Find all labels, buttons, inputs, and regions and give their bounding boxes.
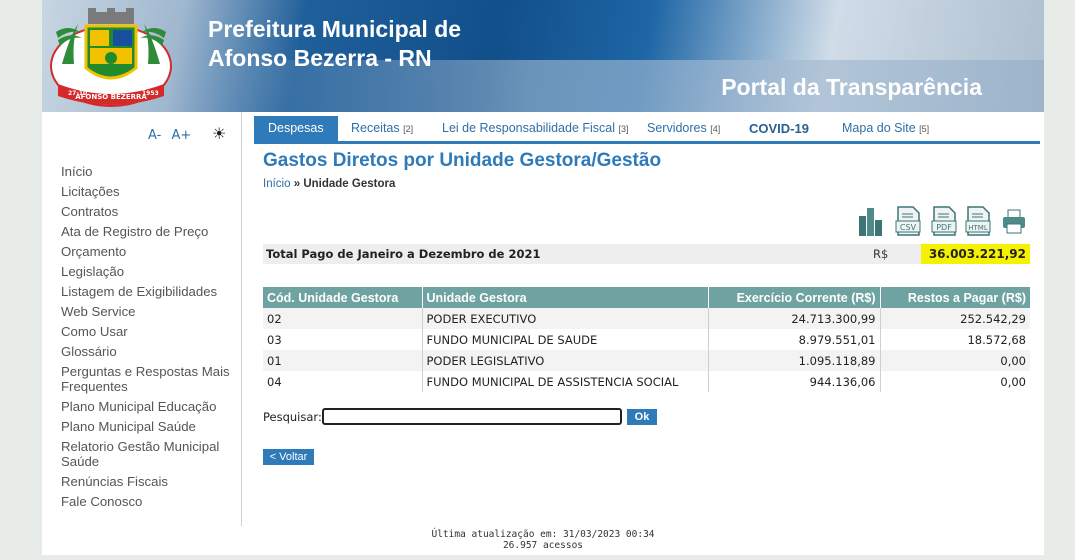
sidebar-item-fale-conosco[interactable]: Fale Conosco <box>61 494 231 509</box>
sidebar-item-contratos[interactable]: Contratos <box>61 204 231 219</box>
municipal-crest-logo[interactable]: AFONSO BEZERRA 27-10 1953 <box>48 6 174 108</box>
breadcrumb: Início » Unidade Gestora <box>263 178 395 190</box>
sidebar-item-legislacao[interactable]: Legislação <box>61 264 231 279</box>
cell-unidade-link[interactable]: PODER EXECUTIVO <box>422 308 709 329</box>
table-row[interactable]: 04 FUNDO MUNICIPAL DE ASSISTENCIA SOCIAL… <box>263 371 1030 392</box>
tab-label: Servidores <box>647 121 707 135</box>
bar-chart-icon[interactable] <box>857 206 883 236</box>
cell-restos: 18.572,68 <box>880 329 1030 350</box>
column-header-exercicio[interactable]: Exercício Corrente (R$) <box>708 287 881 308</box>
cell-codigo: 01 <box>263 350 423 371</box>
tab-receitas[interactable]: Receitas [2] <box>351 116 413 141</box>
logo-year-left: 27-10 <box>68 90 87 97</box>
portal-title: Portal da Transparência <box>721 74 982 100</box>
font-size-controls: A- A+ <box>148 128 197 143</box>
tab-label: Lei de Responsabilidade Fiscal <box>442 121 616 135</box>
cell-unidade-link[interactable]: FUNDO MUNICIPAL DE SAUDE <box>422 329 709 350</box>
sidebar-item-plano-educacao[interactable]: Plano Municipal Educação <box>61 399 231 414</box>
column-header-codigo[interactable]: Cód. Unidade Gestora <box>263 287 423 308</box>
total-label: Total Pago de Janeiro a Dezembro de 2021 <box>266 247 541 261</box>
logo-year-right: 1953 <box>142 90 159 97</box>
search-input[interactable] <box>322 408 622 425</box>
tab-label: Despesas <box>268 121 324 135</box>
cell-restos: 252.542,29 <box>880 308 1030 329</box>
tab-label: COVID-19 <box>749 121 809 136</box>
site-title-line1: Prefeitura Municipal de <box>208 16 462 42</box>
sidebar-item-plano-saude[interactable]: Plano Municipal Saúde <box>61 419 231 434</box>
cell-exercicio: 8.979.551,01 <box>708 329 881 350</box>
font-increase-button[interactable]: A+ <box>171 128 191 143</box>
site-header: AFONSO BEZERRA 27-10 1953 Prefeitura Mun… <box>42 0 1044 112</box>
table-row[interactable]: 02 PODER EXECUTIVO 24.713.300,99 252.542… <box>263 308 1030 329</box>
total-paid-row: Total Pago de Janeiro a Dezembro de 2021… <box>263 244 1030 264</box>
table-row[interactable]: 03 FUNDO MUNICIPAL DE SAUDE 8.979.551,01… <box>263 329 1030 350</box>
total-currency: R$ <box>873 247 889 261</box>
page-footer: Última atualização em: 31/03/2023 00:34 … <box>42 529 1044 551</box>
last-updated-text: Última atualização em: 31/03/2023 00:34 <box>431 529 655 540</box>
tab-covid[interactable]: COVID-19 <box>749 116 809 141</box>
csv-export-icon[interactable]: CSV <box>895 206 921 236</box>
cell-exercicio: 944.136,06 <box>708 371 881 392</box>
tab-count: [5] <box>919 124 930 134</box>
sidebar: A- A+ ☀ Início Licitações Contratos Ata … <box>42 112 242 526</box>
sidebar-item-perguntas[interactable]: Perguntas e Respostas Mais Frequentes <box>61 364 231 394</box>
cell-unidade-link[interactable]: FUNDO MUNICIPAL DE ASSISTENCIA SOCIAL <box>422 371 709 392</box>
cell-unidade-link[interactable]: PODER LEGISLATIVO <box>422 350 709 371</box>
tab-count: [2] <box>403 124 414 134</box>
html-label: HTML <box>968 224 988 232</box>
search-ok-button[interactable]: Ok <box>627 409 657 425</box>
sidebar-item-orcamento[interactable]: Orçamento <box>61 244 231 259</box>
csv-label: CSV <box>900 223 917 232</box>
tab-label: Mapa do Site <box>842 121 916 135</box>
sidebar-item-glossario[interactable]: Glossário <box>61 344 231 359</box>
cell-codigo: 03 <box>263 329 423 350</box>
tab-count: [3] <box>618 124 629 134</box>
unidade-gestora-table: Cód. Unidade Gestora Unidade Gestora Exe… <box>263 287 1030 392</box>
search-label: Pesquisar: <box>263 410 322 424</box>
html-export-icon[interactable]: HTML <box>965 206 991 236</box>
column-header-restos[interactable]: Restos a Pagar (R$) <box>880 287 1030 308</box>
site-title-line2: Afonso Bezerra - RN <box>208 45 432 71</box>
tab-servidores[interactable]: Servidores [4] <box>647 116 720 141</box>
back-button[interactable]: < Voltar <box>263 449 314 465</box>
breadcrumb-home-link[interactable]: Início <box>263 178 291 190</box>
sidebar-item-licitacoes[interactable]: Licitações <box>61 184 231 199</box>
sidebar-item-relatorio-saude[interactable]: Relatorio Gestão Municipal Saúde <box>61 439 231 469</box>
sidebar-item-exigibilidades[interactable]: Listagem de Exigibilidades <box>61 284 231 299</box>
export-toolbar: CSV PDF HTML <box>857 206 1032 236</box>
cell-restos: 0,00 <box>880 350 1030 371</box>
main-tabs: Despesas Receitas [2] Lei de Responsabil… <box>254 116 1040 144</box>
sidebar-menu: Início Licitações Contratos Ata de Regis… <box>61 164 231 514</box>
cell-exercicio: 1.095.118,89 <box>708 350 881 371</box>
tab-lrf[interactable]: Lei de Responsabilidade Fiscal [3] <box>442 116 629 141</box>
table-row[interactable]: 01 PODER LEGISLATIVO 1.095.118,89 0,00 <box>263 350 1030 371</box>
cell-codigo: 02 <box>263 308 423 329</box>
tab-label: Receitas <box>351 121 400 135</box>
cell-codigo: 04 <box>263 371 423 392</box>
total-value: 36.003.221,92 <box>920 244 1030 264</box>
page-container: AFONSO BEZERRA 27-10 1953 Prefeitura Mun… <box>42 0 1044 555</box>
cell-exercicio: 24.713.300,99 <box>708 308 881 329</box>
breadcrumb-current: Unidade Gestora <box>303 178 396 190</box>
print-icon[interactable] <box>1001 206 1027 236</box>
tab-despesas[interactable]: Despesas <box>254 116 338 141</box>
font-decrease-button[interactable]: A- <box>148 128 161 143</box>
pdf-label: PDF <box>936 223 952 232</box>
pdf-export-icon[interactable]: PDF <box>931 206 957 236</box>
cell-restos: 0,00 <box>880 371 1030 392</box>
sidebar-item-inicio[interactable]: Início <box>61 164 231 179</box>
page-title: Gastos Diretos por Unidade Gestora/Gestã… <box>263 150 662 171</box>
sidebar-item-ata-registro-preco[interactable]: Ata de Registro de Preço <box>61 224 231 239</box>
visit-counter: 26.957 acessos <box>502 540 584 551</box>
contrast-toggle-icon[interactable]: ☀ <box>212 124 226 143</box>
sidebar-item-como-usar[interactable]: Como Usar <box>61 324 231 339</box>
column-header-unidade[interactable]: Unidade Gestora <box>422 287 709 308</box>
tab-mapa-site[interactable]: Mapa do Site [5] <box>842 116 929 141</box>
tab-count: [4] <box>710 124 721 134</box>
sidebar-item-web-service[interactable]: Web Service <box>61 304 231 319</box>
sidebar-item-renuncias-fiscais[interactable]: Renúncias Fiscais <box>61 474 231 489</box>
breadcrumb-separator: » <box>293 178 301 190</box>
